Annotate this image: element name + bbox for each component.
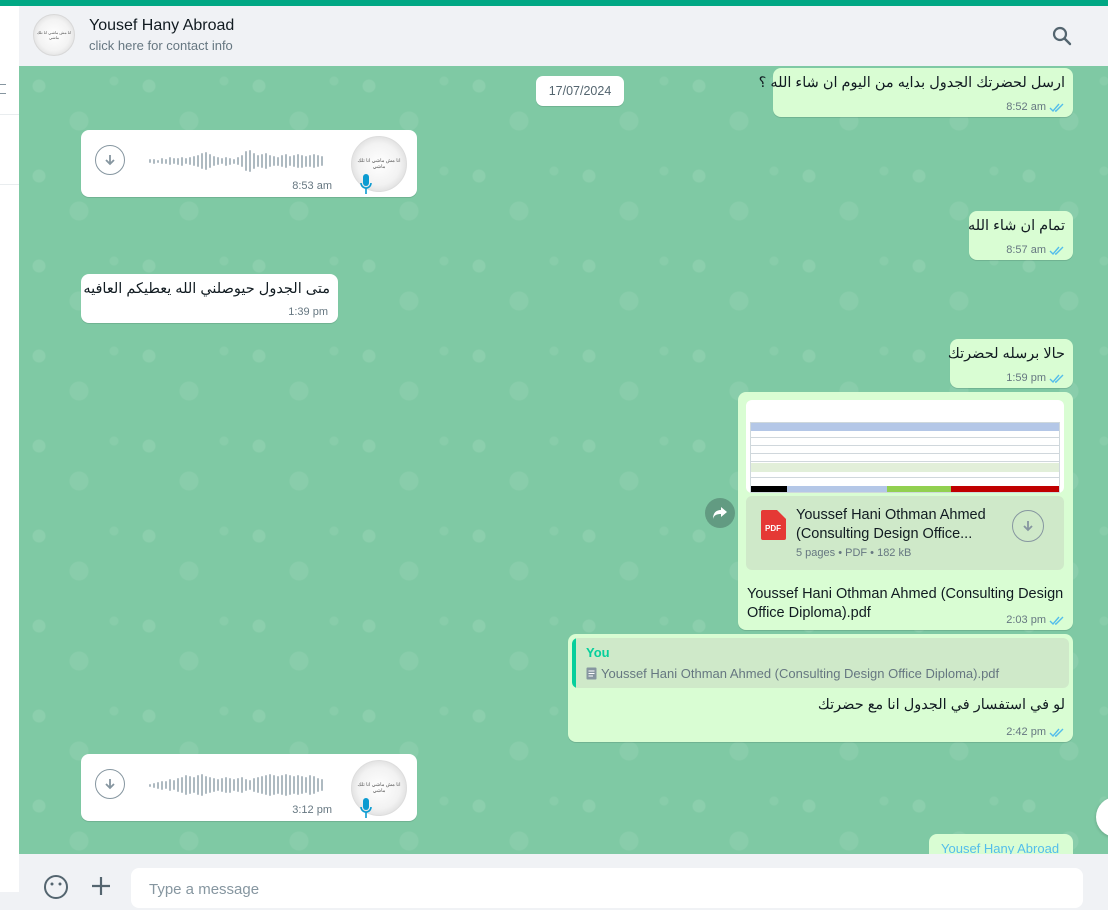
quoted-author: Yousef Hany Abroad: [941, 841, 1060, 854]
contact-avatar[interactable]: انا مش ماشي انا تلك ماشي: [33, 14, 75, 56]
contact-info-hint[interactable]: click here for contact info: [89, 38, 233, 53]
left-panel-edge: [0, 6, 20, 892]
download-icon[interactable]: [95, 769, 125, 799]
message-incoming[interactable]: متى الجدول حيوصلني الله يعطيكم العافيه 1…: [81, 274, 338, 323]
message-time: 2:03 pm: [1006, 614, 1046, 626]
contact-name[interactable]: Yousef Hany Abroad: [89, 17, 234, 35]
quoted-document-name: Youssef Hani Othman Ahmed (Consulting De…: [601, 666, 1000, 681]
document-icon: [586, 667, 597, 680]
message-text: ارسل لحضرتك الجدول بدايه من اليوم ان شاء…: [758, 75, 1065, 91]
message-meta: 8:52 am: [1006, 101, 1065, 113]
audio-waveform[interactable]: [149, 772, 327, 798]
message-outgoing[interactable]: ارسل لحضرتك الجدول بدايه من اليوم ان شاء…: [759, 68, 1073, 117]
document-card[interactable]: PDF Youssef Hani Othman Ahmed (Consultin…: [746, 496, 1064, 570]
download-icon[interactable]: [95, 145, 125, 175]
read-ticks-icon: [1049, 246, 1064, 255]
message-text: حالا برسله لحضرتك: [947, 346, 1065, 362]
quoted-message[interactable]: You Youssef Hani Othman Ahmed (Consultin…: [572, 638, 1069, 688]
avatar-text: انا مش ماشي انا تلك ماشي: [357, 158, 401, 170]
message-time: 8:52 am: [1006, 101, 1046, 113]
quoted-document: Youssef Hani Othman Ahmed (Consulting De…: [586, 666, 999, 681]
divider: [0, 184, 19, 185]
message-meta: 1:59 pm: [1006, 372, 1065, 384]
svg-text:PDF: PDF: [765, 524, 781, 533]
forward-icon[interactable]: [705, 498, 735, 528]
download-icon[interactable]: [1012, 510, 1044, 542]
microphone-icon: [360, 798, 372, 818]
divider: [0, 114, 19, 115]
read-ticks-icon: [1049, 374, 1064, 383]
message-input-container[interactable]: [131, 868, 1083, 910]
message-time: 1:59 pm: [1006, 372, 1046, 384]
avatar-text: انا مش ماشي انا تلك ماشي: [36, 30, 72, 40]
message-time: 8:57 am: [1006, 244, 1046, 256]
message-meta: 2:03 pm: [1006, 614, 1065, 626]
read-ticks-icon: [1049, 616, 1064, 625]
menu-edge-mark: [0, 84, 6, 94]
message-outgoing-partial[interactable]: Yousef Hany Abroad: [929, 834, 1073, 854]
audio-waveform[interactable]: [149, 148, 327, 174]
message-text: تمام ان شاء الله: [968, 218, 1065, 234]
message-composer: [19, 854, 1108, 910]
message-text: متى الجدول حيوصلني الله يعطيكم العافيه: [83, 281, 330, 297]
message-text: لو في استفسار في الجدول انا مع حضرتك: [817, 697, 1065, 713]
chat-header[interactable]: انا مش ماشي انا تلك ماشي Yousef Hany Abr…: [19, 6, 1108, 66]
date-separator: 17/07/2024: [536, 76, 624, 106]
message-time: 8:53 am: [292, 180, 332, 192]
quoted-author: You: [586, 645, 610, 660]
message-outgoing[interactable]: حالا برسله لحضرتك 1:59 pm: [947, 339, 1073, 388]
message-time: 3:12 pm: [292, 804, 332, 816]
message-input[interactable]: [147, 868, 1051, 910]
message-outgoing[interactable]: تمام ان شاء الله 8:57 am: [968, 211, 1073, 260]
read-ticks-icon: [1049, 103, 1064, 112]
attach-plus-icon[interactable]: [89, 874, 113, 898]
document-name: Youssef Hani Othman Ahmed (Consulting De…: [796, 507, 986, 542]
pdf-file-icon: PDF: [761, 510, 786, 540]
document-message-outgoing[interactable]: PDF Youssef Hani Othman Ahmed (Consultin…: [738, 392, 1073, 630]
message-time: 2:42 pm: [1006, 726, 1046, 738]
avatar-text: انا مش ماشي انا تلك ماشي: [357, 782, 401, 794]
message-list[interactable]: 17/07/2024 ارسل لحضرتك الجدول بدايه من ا…: [19, 66, 1108, 854]
microphone-icon: [360, 174, 372, 194]
preview-sheet: [750, 422, 1060, 493]
message-meta: 2:42 pm: [1006, 726, 1065, 738]
message-meta: 8:57 am: [1006, 244, 1065, 256]
message-time: 1:39 pm: [288, 306, 328, 318]
voice-message-incoming[interactable]: انا مش ماشي انا تلك ماشي 3:12 pm: [81, 754, 417, 821]
read-ticks-icon: [1049, 728, 1064, 737]
reply-message-outgoing[interactable]: You Youssef Hani Othman Ahmed (Consultin…: [568, 634, 1073, 742]
emoji-icon[interactable]: [43, 874, 69, 900]
document-info: 5 pages • PDF • 182 kB: [796, 547, 912, 559]
voice-message-incoming[interactable]: انا مش ماشي انا تلك ماشي 8:53 am: [81, 130, 417, 197]
document-preview[interactable]: [746, 400, 1064, 493]
search-icon[interactable]: [1050, 24, 1074, 48]
